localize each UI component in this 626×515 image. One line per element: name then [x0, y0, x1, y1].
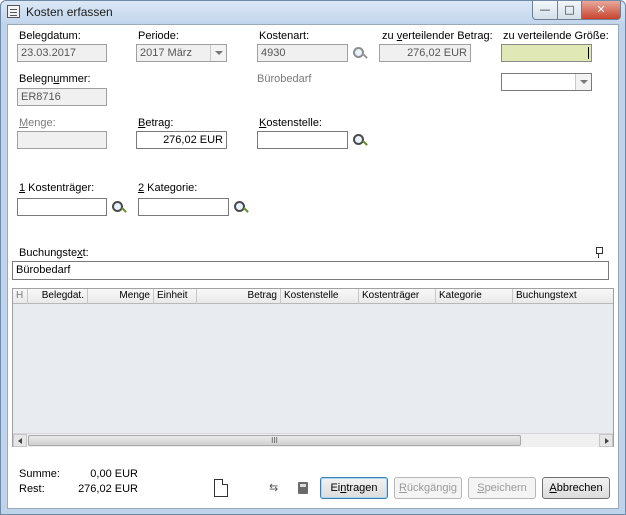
- summe-value: 0,00 EUR: [90, 468, 138, 480]
- book-icon[interactable]: [298, 482, 308, 494]
- menge-label: Menge:: [19, 117, 56, 129]
- kostenart-field[interactable]: 4930: [257, 44, 348, 62]
- column-header-belegdat[interactable]: Belegdat.: [28, 289, 88, 304]
- betrag-field[interactable]: 276,02 EUR: [136, 131, 227, 149]
- maximize-button[interactable]: □: [557, 1, 582, 20]
- pin-icon[interactable]: [595, 247, 603, 258]
- zu-verteilender-betrag-label: zu verteilender Betrag:: [382, 30, 493, 42]
- kategorie-search-icon[interactable]: [234, 201, 248, 215]
- rest-label: Rest:: [19, 483, 45, 495]
- column-header-einheit[interactable]: Einheit: [154, 289, 197, 304]
- periode-value: 2017 März: [140, 47, 192, 59]
- belegdatum-label: Belegdatum:: [19, 30, 81, 42]
- scroll-left-icon[interactable]: [13, 434, 27, 447]
- periode-select[interactable]: 2017 März: [136, 44, 227, 62]
- speichern-button[interactable]: Speichern: [468, 477, 536, 499]
- column-header-kostenstelle[interactable]: Kostenstelle: [281, 289, 359, 304]
- column-header-buchungstext[interactable]: Buchungstext: [513, 289, 613, 304]
- abbrechen-button[interactable]: Abbrechen: [542, 477, 610, 499]
- summe-label: Summe:: [19, 468, 60, 480]
- kostenart-label: Kostenart:: [259, 30, 310, 42]
- bookings-grid[interactable]: H Belegdat. Menge Einheit Betrag Kostens…: [12, 288, 614, 447]
- scroll-right-icon[interactable]: [599, 434, 613, 447]
- kostentraeger-search-icon[interactable]: [112, 201, 126, 215]
- betrag-label: Betrag:: [138, 117, 174, 129]
- eintragen-button[interactable]: Eintragen: [320, 477, 388, 499]
- new-document-icon[interactable]: [214, 479, 228, 497]
- chevron-down-icon[interactable]: [210, 45, 226, 61]
- rest-value: 276,02 EUR: [78, 483, 138, 495]
- belegnummer-field[interactable]: ER8716: [17, 88, 107, 106]
- buchungstext-label: Buchungstext:: [19, 247, 89, 259]
- belegnummer-label: Belegnummer:: [19, 73, 91, 85]
- chevron-down-icon[interactable]: [575, 74, 591, 90]
- title-bar[interactable]: Kosten erfassen — □ ✕: [1, 1, 625, 23]
- kategorie-field[interactable]: [138, 198, 229, 216]
- belegdatum-field[interactable]: 23.03.2017: [17, 44, 107, 62]
- periode-label: Periode:: [138, 30, 179, 42]
- kostenstelle-search-icon[interactable]: [353, 134, 367, 148]
- column-header-menge[interactable]: Menge: [88, 289, 154, 304]
- zu-verteilender-betrag-field: 276,02 EUR: [379, 44, 471, 62]
- rueckgaengig-button[interactable]: Rückgängig: [394, 477, 462, 499]
- kostenstelle-label: Kostenstelle:: [259, 117, 322, 129]
- kategorie-label: 2 Kategorie:: [138, 182, 198, 194]
- column-header-h[interactable]: H: [13, 289, 28, 304]
- zu-verteilende-groesse-select[interactable]: [501, 73, 592, 91]
- horizontal-scrollbar[interactable]: III: [13, 433, 613, 447]
- window-title: Kosten erfassen: [26, 5, 113, 19]
- form-panel: Belegdatum: 23.03.2017 Periode: 2017 Mär…: [7, 24, 619, 509]
- app-icon: [7, 5, 20, 18]
- column-header-betrag[interactable]: Betrag: [197, 289, 281, 304]
- grid-header: H Belegdat. Menge Einheit Betrag Kostens…: [13, 289, 613, 304]
- column-header-kostentraeger[interactable]: Kostenträger: [359, 289, 436, 304]
- kostenart-search-icon[interactable]: [353, 47, 367, 61]
- kostenstelle-field[interactable]: [257, 131, 348, 149]
- kostentraeger-label: 1 Kostenträger:: [19, 182, 95, 194]
- kostenart-description: Bürobedarf: [257, 73, 312, 85]
- scroll-thumb[interactable]: III: [28, 435, 521, 446]
- zu-verteilende-groesse-field[interactable]: [501, 44, 592, 62]
- minimize-button[interactable]: —: [532, 1, 558, 20]
- close-button[interactable]: ✕: [581, 1, 621, 20]
- zu-verteilende-groesse-label: zu verteilende Größe:: [503, 30, 609, 42]
- kostentraeger-field[interactable]: [17, 198, 107, 216]
- column-header-kategorie[interactable]: Kategorie: [436, 289, 513, 304]
- swap-icon[interactable]: ⇆: [269, 482, 283, 493]
- buchungstext-field[interactable]: Bürobedarf: [12, 261, 609, 280]
- menge-field: [17, 131, 107, 149]
- window: Kosten erfassen — □ ✕ Belegdatum: 23.03.…: [0, 0, 626, 515]
